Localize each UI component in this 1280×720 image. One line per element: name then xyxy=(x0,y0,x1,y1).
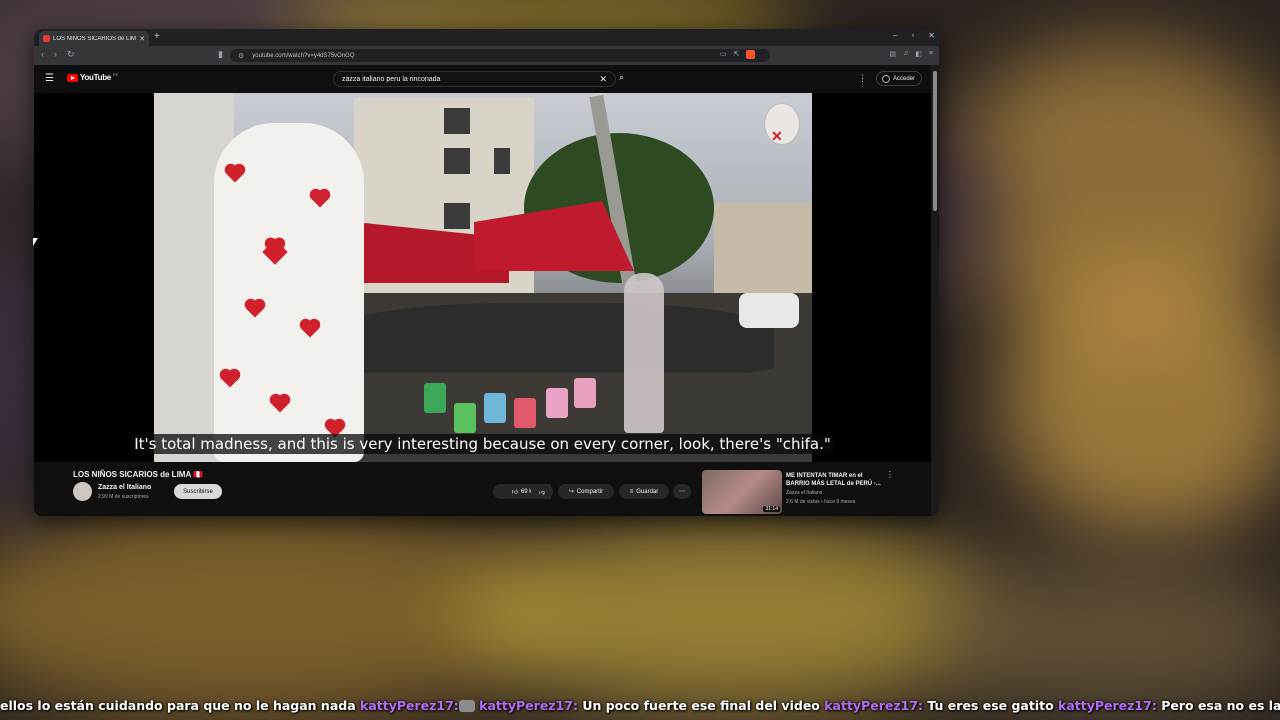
save-playlist-icon: ≡ xyxy=(629,488,634,495)
chat-message: Pero esa no es la rinconada xyxy=(1161,698,1280,713)
thumbs-up-icon: 👍︎ xyxy=(511,489,518,496)
subscriber-count: 2,99 M de suscriptores xyxy=(98,494,149,500)
dislike-button[interactable]: 👎︎ xyxy=(531,484,553,499)
screenshot-icon[interactable]: ▭ xyxy=(720,50,727,59)
youtube-logo[interactable]: YouTube PE xyxy=(67,72,119,82)
chat-username: kattyPerez17: xyxy=(1058,698,1157,713)
share-icon[interactable]: ⇱ xyxy=(734,50,740,59)
url-text: youtube.com/watch?v=y4dS75vOnGQ xyxy=(252,52,355,59)
scrollbar-thumb[interactable] xyxy=(933,71,937,211)
video-frame: ✕ xyxy=(154,93,812,462)
forward-arrow-icon[interactable]: › xyxy=(54,49,57,59)
youtube-header: ☰ YouTube PE zazza italiano peru la rinc… xyxy=(34,65,931,93)
thumbs-down-icon: 👎︎ xyxy=(538,489,546,496)
hamburger-menu-icon[interactable]: ☰ xyxy=(45,73,54,84)
subtitle-text: It's total madness, and this is very int… xyxy=(131,434,834,454)
more-dots-icon: ⋯ xyxy=(679,489,685,495)
split-view-icon[interactable]: ◧ xyxy=(915,50,922,59)
sidebar-icon[interactable]: ▤ xyxy=(889,50,896,59)
video-title: LOS NIÑOS SICARIOS de LIMA 🇵🇪 xyxy=(73,470,204,479)
related-title[interactable]: ME INTENTAN TIMAR en el BARRIO MÁS LETAL… xyxy=(786,472,886,488)
share-label: Compartir xyxy=(576,488,604,495)
save-button[interactable]: ≡ Guardar xyxy=(619,484,669,499)
chat-message: Un poco fuerte ese final del video xyxy=(577,698,825,713)
close-window-button[interactable]: ✕ xyxy=(928,31,935,40)
browser-toolbar: ‹ › ↻ ▮ ⚙ youtube.com/watch?v=y4dS75vOnG… xyxy=(34,46,939,65)
related-thumbnail[interactable]: 31:14 xyxy=(702,470,782,514)
share-button[interactable]: ↪ Compartir xyxy=(558,484,614,499)
back-arrow-icon[interactable]: ‹ xyxy=(41,49,44,59)
chat-username: kattyPerez17: xyxy=(474,698,578,713)
browser-window: LOS NIÑOS SICARIOS de LIMA ✕ + – ▫ ✕ ‹ ›… xyxy=(34,29,939,516)
account-icon xyxy=(882,74,890,83)
signin-button[interactable]: Acceder xyxy=(876,71,922,86)
related-meta: 2,6 M de vistas • hace 9 meses xyxy=(786,499,856,505)
chat-message: ellos lo están cuidando para que no le h… xyxy=(0,698,360,713)
tab-bar: LOS NIÑOS SICARIOS de LIMA ✕ + – ▫ ✕ xyxy=(34,29,939,46)
brave-shield-icon[interactable] xyxy=(746,50,756,59)
signin-label: Acceder xyxy=(893,75,916,82)
maximize-button[interactable]: ▫ xyxy=(911,31,914,40)
country-code: PE xyxy=(112,72,119,77)
chat-username: kattyPerez17: xyxy=(824,698,924,713)
page-scrollbar[interactable] xyxy=(931,65,939,516)
subscribe-button[interactable]: Suscribirse xyxy=(174,484,222,499)
youtube-page: ☰ YouTube PE zazza italiano peru la rinc… xyxy=(34,65,939,516)
video-player[interactable]: ✕ It's total madness, and this is very i… xyxy=(34,93,931,462)
cat-emote-icon xyxy=(458,700,475,712)
youtube-favicon-icon xyxy=(43,35,50,42)
address-bar[interactable]: ⚙ youtube.com/watch?v=y4dS75vOnGQ xyxy=(230,49,770,62)
more-actions-button[interactable]: ⋯ xyxy=(673,484,691,499)
tab-title: LOS NIÑOS SICARIOS de LIMA xyxy=(53,35,137,42)
settings-kebab-icon[interactable]: ⋮ xyxy=(858,73,867,84)
youtube-play-icon xyxy=(67,73,78,82)
search-input[interactable]: zazza italiano peru la rinconada ✕ xyxy=(333,71,616,87)
share-arrow-icon: ↪ xyxy=(568,489,574,495)
browser-tab[interactable]: LOS NIÑOS SICARIOS de LIMA ✕ xyxy=(39,31,149,46)
new-tab-button[interactable]: + xyxy=(154,31,160,42)
bookmark-icon[interactable]: ▮ xyxy=(218,49,223,60)
save-label: Guardar xyxy=(636,488,659,495)
related-duration: 31:14 xyxy=(763,506,780,512)
channel-name[interactable]: Zazza el Italiano xyxy=(98,484,151,491)
chat-ticker: ellos lo están cuidando para que no le h… xyxy=(0,698,1280,718)
video-subtitle: It's total madness, and this is very int… xyxy=(34,434,931,454)
search-query: zazza italiano peru la rinconada xyxy=(342,75,441,83)
channel-watermark[interactable]: ✕ xyxy=(764,103,800,145)
chat-username: kattyPerez17: xyxy=(360,698,459,713)
reload-icon[interactable]: ↻ xyxy=(67,49,75,60)
related-channel: Zazza el Italiano xyxy=(786,490,823,496)
minimize-button[interactable]: – xyxy=(893,31,897,40)
chat-message: Tu eres ese gatito xyxy=(923,698,1059,713)
channel-avatar[interactable] xyxy=(73,482,92,501)
youtube-wordmark: YouTube xyxy=(80,73,111,82)
clear-search-icon[interactable]: ✕ xyxy=(599,74,607,85)
related-menu-icon[interactable]: ⋮ xyxy=(886,470,894,479)
mouse-cursor-icon xyxy=(33,238,38,246)
close-tab-icon[interactable]: ✕ xyxy=(139,35,145,43)
video-info: LOS NIÑOS SICARIOS de LIMA 🇵🇪 Zazza el I… xyxy=(34,462,931,516)
related-video[interactable]: 31:14 ME INTENTAN TIMAR en el BARRIO MÁS… xyxy=(702,470,902,516)
music-icon[interactable]: ♫ xyxy=(903,50,908,59)
search-icon[interactable]: ⌕ xyxy=(619,72,624,83)
menu-icon[interactable]: ≡ xyxy=(929,50,933,59)
site-info-icon[interactable]: ⚙ xyxy=(238,52,244,60)
